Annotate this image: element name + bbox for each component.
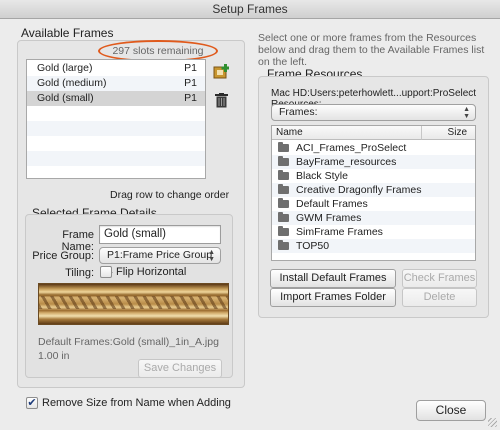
frame-row-name: Gold (large) <box>37 62 93 74</box>
frame-size: 1.00 in <box>38 350 70 362</box>
save-changes-button[interactable]: Save Changes <box>138 359 222 378</box>
remove-size-label: Remove Size from Name when Adding <box>42 397 231 409</box>
folder-icon <box>278 212 289 222</box>
folder-icon <box>278 184 289 194</box>
resources-folder-select[interactable]: Frames: ▲ ▼ <box>271 104 476 121</box>
resource-folder-name: Black Style <box>296 170 348 182</box>
frame-row-name: Gold (medium) <box>37 77 107 89</box>
frame-preview-image <box>38 283 229 325</box>
empty-row <box>27 121 205 136</box>
frame-row-name: Gold (small) <box>37 92 94 104</box>
folder-icon <box>278 156 289 166</box>
resource-folder-name: GWM Frames <box>296 212 362 224</box>
resource-folder-name: BayFrame_resources <box>296 156 397 168</box>
frame-row-gold-small[interactable]: Gold (small) P1 <box>27 91 205 106</box>
window-title-bar: Setup Frames <box>0 0 500 19</box>
folder-icon <box>278 170 289 180</box>
window-resize-grip[interactable] <box>488 418 497 427</box>
tiling-label: Tiling: <box>65 267 94 279</box>
price-group-select[interactable]: P1:Frame Price Group 1 ▲▼ <box>99 247 221 276</box>
resource-folder-row[interactable]: GWM Frames <box>272 211 475 225</box>
empty-row <box>27 151 205 166</box>
resource-folder-name: Default Frames <box>296 198 368 210</box>
folder-icon <box>278 142 289 152</box>
price-group-label: Price Group: <box>32 250 94 262</box>
drag-hint: Drag row to change order <box>110 189 230 201</box>
frame-row-price: P1 <box>184 92 197 104</box>
resource-folder-name: Creative Dragonfly Frames <box>296 184 422 196</box>
resource-folder-row[interactable]: ACI_Frames_ProSelect <box>272 141 475 155</box>
window-title: Setup Frames <box>212 2 288 16</box>
trash-icon[interactable] <box>215 93 228 108</box>
add-frame-icon[interactable] <box>213 64 230 80</box>
resource-folder-name: ACI_Frames_ProSelect <box>296 142 407 154</box>
frame-row-gold-large[interactable]: Gold (large) P1 <box>27 61 205 76</box>
delete-button[interactable]: Delete <box>402 288 477 307</box>
frame-file-name: Default Frames:Gold (small)_1in_A.jpg <box>38 336 219 348</box>
folder-icon <box>278 240 289 250</box>
resource-folder-row[interactable]: Default Frames <box>272 197 475 211</box>
select-arrows-icon: ▲ ▼ <box>208 249 215 263</box>
select-arrows-icon: ▲ ▼ <box>463 106 470 120</box>
resource-folder-row[interactable]: SimFrame Frames <box>272 225 475 239</box>
resources-folder-value: Frames: <box>279 106 318 118</box>
column-header-name[interactable]: Name <box>272 126 422 140</box>
check-frames-button[interactable]: Check Frames <box>402 269 477 288</box>
resources-list[interactable]: Name Size ACI_Frames_ProSelect BayFrame_… <box>271 125 476 261</box>
available-frames-list[interactable]: Gold (large) P1 Gold (medium) P1 Gold (s… <box>26 59 206 179</box>
resource-folder-name: TOP50 <box>296 240 330 252</box>
import-frames-folder-button[interactable]: Import Frames Folder <box>270 288 396 307</box>
resource-folder-row[interactable]: TOP50 <box>272 239 475 253</box>
resource-folder-name: SimFrame Frames <box>296 226 383 238</box>
column-header-size[interactable]: Size <box>422 126 475 140</box>
frame-row-price: P1 <box>184 62 197 74</box>
available-frames-title: Available Frames <box>21 26 114 40</box>
resource-folder-row[interactable]: BayFrame_resources <box>272 155 475 169</box>
frame-name-field[interactable]: Gold (small) <box>99 225 221 244</box>
flip-horizontal-checkbox[interactable] <box>100 266 112 278</box>
install-default-frames-button[interactable]: Install Default Frames <box>270 269 396 288</box>
instructions-text: Select one or more frames from the Resou… <box>258 32 485 68</box>
slots-remaining-text: 297 slots remaining <box>112 45 204 57</box>
frame-row-gold-medium[interactable]: Gold (medium) P1 <box>27 76 205 91</box>
remove-size-checkbox[interactable]: ✔ <box>26 397 38 409</box>
flip-horizontal-label: Flip Horizontal <box>116 266 187 278</box>
resource-folder-row[interactable]: Black Style <box>272 169 475 183</box>
checkmark-icon: ✔ <box>27 397 37 409</box>
close-button[interactable]: Close <box>416 400 486 421</box>
frame-row-price: P1 <box>184 77 197 89</box>
folder-icon <box>278 226 289 236</box>
folder-icon <box>278 198 289 208</box>
resource-folder-row[interactable]: Creative Dragonfly Frames <box>272 183 475 197</box>
